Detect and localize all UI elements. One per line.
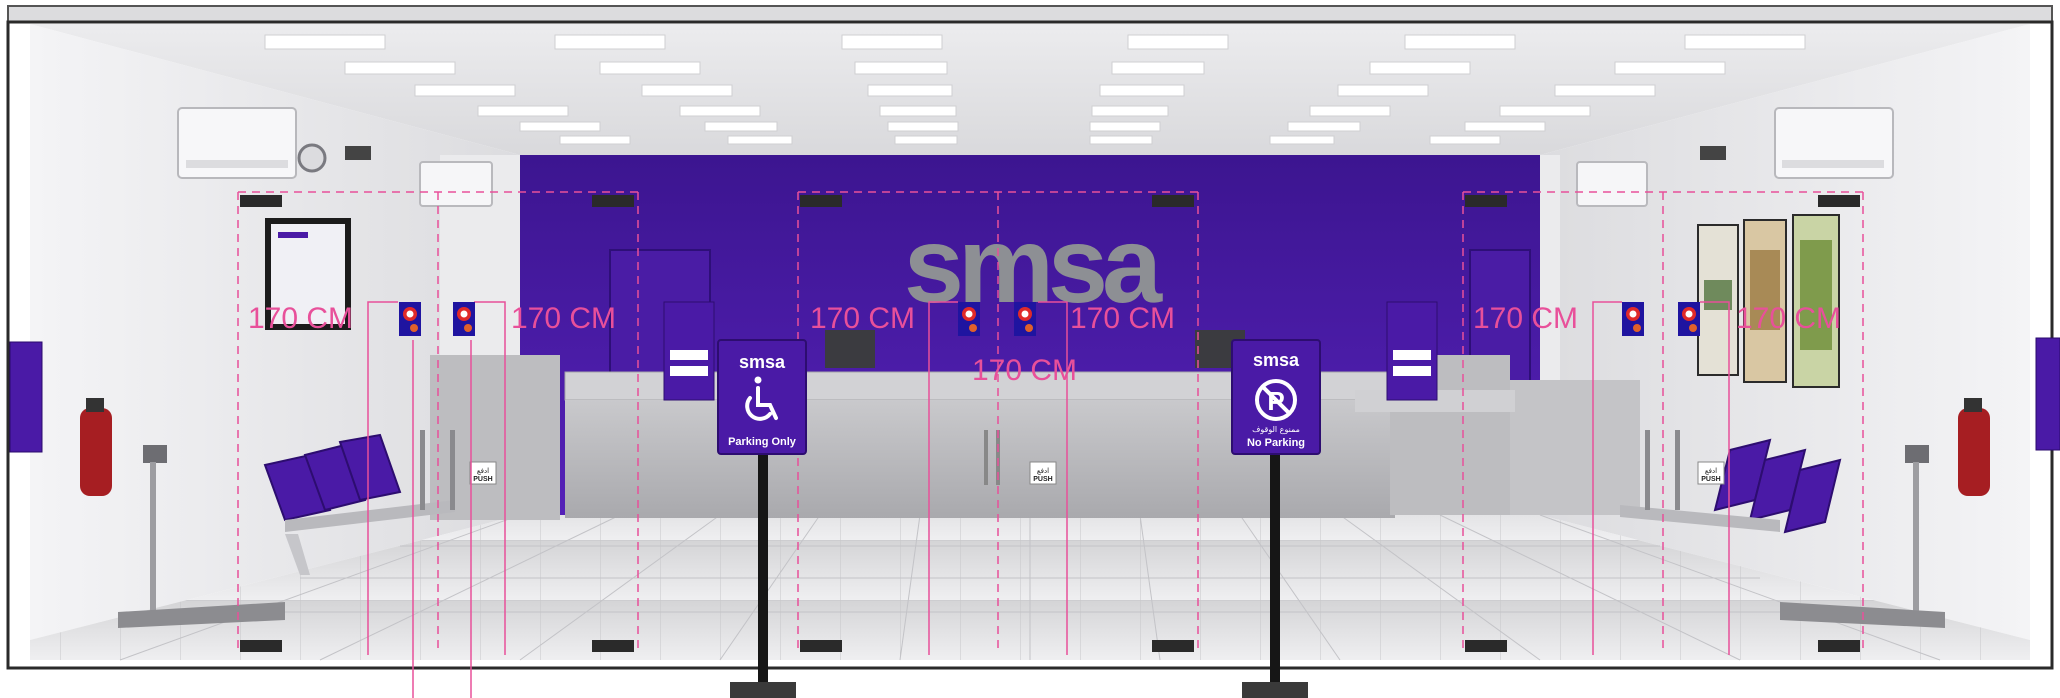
branch-interior: smsa ادفع PUSH ادفع PUSH ادفع PUSH smsa … xyxy=(0,0,2060,698)
height-label-center-3: 170 CM xyxy=(972,354,1078,387)
svg-text:PUSH: PUSH xyxy=(473,476,492,483)
height-label-center-1: 170 CM xyxy=(810,302,916,335)
svg-text:PUSH: PUSH xyxy=(1701,476,1720,483)
svg-text:ادفع: ادفع xyxy=(477,467,489,475)
no-parking-sign-logo: smsa xyxy=(1253,350,1300,370)
push-sticker: ادفع PUSH xyxy=(1029,461,1057,485)
no-parking-sign-caption: No Parking xyxy=(1247,437,1305,449)
height-label-left-1: 170 CM xyxy=(248,302,354,335)
smsa-branch-interior-rendering: smsa ادفع PUSH ادفع PUSH ادفع PUSH smsa … xyxy=(0,0,2060,698)
height-label-right-1: 170 CM xyxy=(1473,302,1579,335)
height-label-left-2: 170 CM xyxy=(511,302,617,335)
accessible-sign-caption: Parking Only xyxy=(728,436,797,448)
height-label-center-2: 170 CM xyxy=(1070,302,1176,335)
height-label-right-2: 170 CM xyxy=(1736,302,1842,335)
push-sticker: ادفع PUSH xyxy=(1697,461,1725,485)
svg-text:ادفع: ادفع xyxy=(1037,467,1049,475)
accessible-sign-logo: smsa xyxy=(739,352,786,372)
push-sticker: ادفع PUSH xyxy=(469,461,497,485)
no-parking-sign-arabic: ممنوع الوقوف xyxy=(1252,425,1300,434)
svg-text:PUSH: PUSH xyxy=(1033,476,1052,483)
svg-text:ادفع: ادفع xyxy=(1705,467,1717,475)
